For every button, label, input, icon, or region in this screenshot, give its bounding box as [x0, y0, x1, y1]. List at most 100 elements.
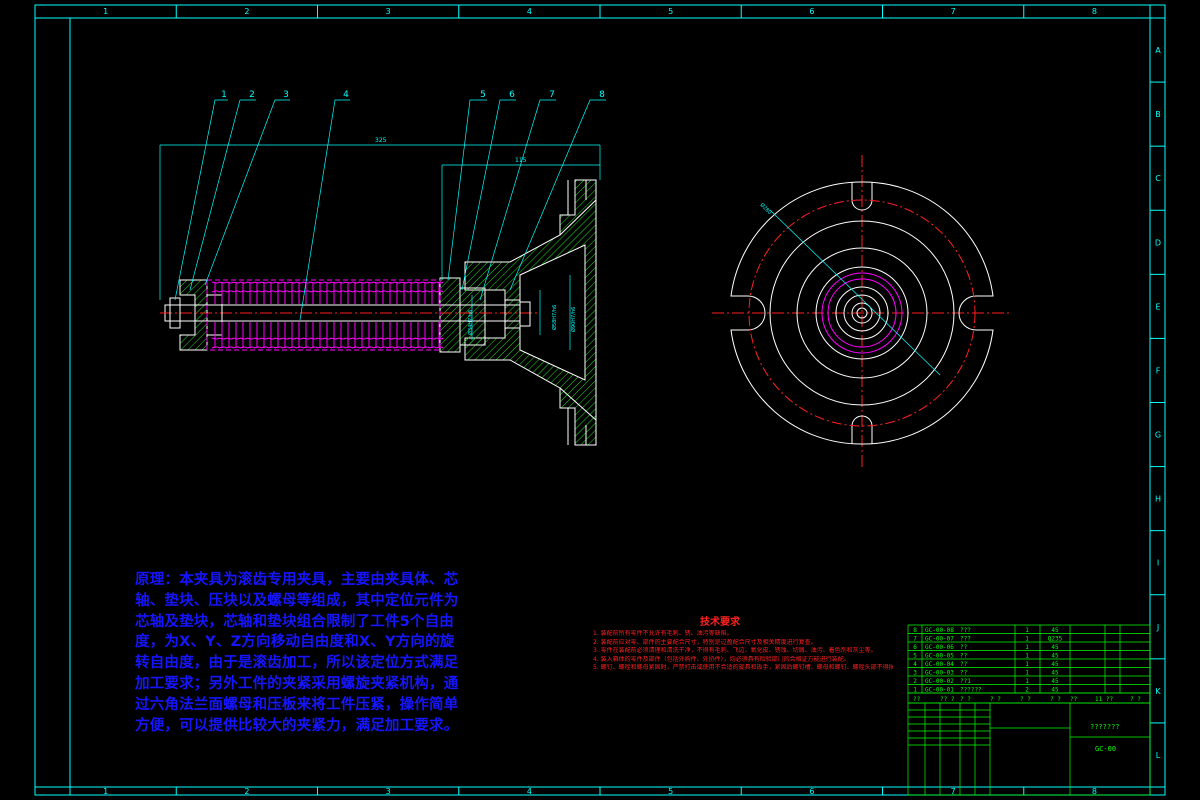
parts-cell: 7 [913, 636, 917, 643]
col-label-top: 4 [527, 7, 532, 16]
parts-header-cell: 11 ?? [1095, 696, 1113, 703]
col-label-top: 2 [244, 7, 249, 16]
parts-cell: 8 [913, 627, 917, 634]
parts-cell: 5 [913, 653, 917, 660]
row-label: A [1155, 46, 1161, 55]
col-label-top: 8 [1092, 7, 1097, 16]
col-label-bottom: 2 [244, 787, 249, 796]
col-label-top: 6 [809, 7, 814, 16]
row-label: G [1155, 431, 1161, 440]
parts-header-cell: ? ? [960, 696, 971, 703]
parts-header-cell: ? ? [990, 696, 1001, 703]
tech-req-item: 3. 零件在装配前必须清理和清洗干净，不得有毛刺、飞边、氧化皮、锈蚀、切屑、油污… [593, 647, 877, 655]
row-label: C [1155, 174, 1161, 183]
balloon-2: 2 [249, 90, 255, 100]
parts-cell: 1 [913, 687, 917, 694]
tech-req-item: 2. 装配前应对零、部件的主要配合尺寸，特别是过盈配合尺寸及相关精度进行复查。 [593, 638, 817, 646]
col-label-top: 5 [668, 7, 673, 16]
dim-overall: 325 [375, 137, 387, 144]
parts-cell: 1 [1025, 627, 1029, 634]
technical-requirements-title: 技术要求 [700, 617, 740, 628]
end-view: Ø280 [712, 155, 1010, 470]
row-label: K [1155, 687, 1161, 696]
parts-cell: 1 [1025, 670, 1029, 677]
dim-circle: Ø280 [759, 201, 773, 215]
parts-cell: 45 [1051, 678, 1059, 685]
parts-cell: 45 [1051, 627, 1059, 634]
parts-header-cell: ?? [1070, 696, 1078, 703]
parts-cell: ?? [960, 661, 968, 668]
parts-cell: 6 [913, 644, 917, 651]
parts-header-cell: ? ? [1050, 696, 1061, 703]
col-label-bottom: 5 [668, 787, 673, 796]
balloon-6: 6 [509, 90, 515, 100]
parts-cell: Q235 [1048, 636, 1063, 643]
row-label: E [1155, 302, 1160, 311]
row-label: J [1156, 623, 1159, 632]
balloon-3: 3 [283, 90, 289, 100]
row-label: D [1155, 238, 1161, 247]
row-label: H [1155, 495, 1161, 504]
parts-cell: 1 [1025, 678, 1029, 685]
parts-cell: 1 [1025, 653, 1029, 660]
parts-cell: GC-00-06 [925, 644, 954, 651]
workpiece-gear [211, 281, 444, 349]
tech-req-item: 1. 装配前所有零件不允许有毛刺、锈、油污等缺陷。 [593, 630, 733, 637]
border-row-ticks: A B C D E F G H I J K L [1150, 46, 1165, 760]
balloon-7: 7 [549, 90, 555, 100]
parts-header-cell: ? ? [1130, 696, 1141, 703]
parts-cell: 45 [1051, 687, 1059, 694]
parts-cell: 45 [1051, 653, 1059, 660]
row-label: B [1155, 110, 1161, 119]
drawing-number: GC-00 [1095, 745, 1116, 753]
col-label-top: 7 [951, 7, 956, 16]
parts-cell: ?? [960, 670, 968, 677]
parts-cell: ?? [960, 653, 968, 660]
parts-cell: 1 [1025, 644, 1029, 651]
tech-req-item: 4. 装入箱体的零件及部件（包括外购件、外协件），均必须具有检验部门的合格证方能… [593, 655, 850, 663]
parts-cell: 45 [1051, 644, 1059, 651]
col-label-top: 3 [386, 7, 391, 16]
parts-cell: ?? [960, 644, 968, 651]
balloon-1: 1 [221, 90, 227, 100]
parts-cell: GC-00-08 [925, 627, 954, 634]
pressure-block [439, 277, 461, 353]
part-balloons: 1 2 3 4 5 6 7 8 [221, 90, 605, 100]
row-label: F [1156, 366, 1161, 375]
title-name: ??????? [1090, 723, 1120, 731]
parts-cell: 1 [1025, 636, 1029, 643]
balloon-8: 8 [599, 90, 605, 100]
parts-cell: 2 [913, 678, 917, 685]
parts-cell: GC-00-05 [925, 653, 954, 660]
parts-cell: GC-00-07 [925, 636, 954, 643]
row-label: L [1156, 751, 1161, 760]
col-label-bottom: 1 [103, 787, 108, 796]
col-label-bottom: 3 [386, 787, 391, 796]
parts-cell: 1 [1025, 661, 1029, 668]
dim-dia-left: Ø34H7/h6 [467, 310, 474, 335]
parts-cell: GC-00-02 [925, 678, 954, 685]
parts-header-cell: ? ? [1020, 696, 1031, 703]
parts-cell: ?????? [960, 687, 982, 694]
parts-cell: GC-00-04 [925, 661, 954, 668]
tech-req-item: 5. 螺钉、螺栓和螺母紧固时，严禁打击或使用不合适的旋具和扳手，紧固后螺钉槽、螺… [593, 664, 893, 672]
parts-header-cell: ?? [913, 696, 921, 703]
parts-cell: 3 [913, 670, 917, 677]
parts-cell: 4 [913, 661, 917, 668]
parts-cell: GC-00-01 [925, 687, 954, 694]
row-label: I [1157, 559, 1159, 568]
col-label-bottom: 6 [809, 787, 814, 796]
balloon-5: 5 [480, 90, 486, 100]
dim-dia-mid: Ø58H7/h6 [551, 305, 558, 330]
parts-header-cell: ?? ? [940, 696, 955, 703]
section-view: 325 115 Ø34H7/h6 Ø58H7/h6 Ø90H7/h6 12345… [159, 90, 606, 446]
principle-description: 原理：本夹具为滚齿专用夹具，主要由夹具体、芯轴、垫块、压块以及螺母等组成，其中定… [135, 572, 459, 734]
parts-cell: ??1 [960, 678, 971, 685]
washer-left [179, 279, 208, 351]
parts-cell: 45 [1051, 670, 1059, 677]
balloon-4: 4 [343, 90, 349, 100]
technical-requirements-list: 1. 装配前所有零件不允许有毛刺、锈、油污等缺陷。 2. 装配前应对零、部件的主要… [593, 630, 893, 673]
parts-cell: ??? [960, 636, 971, 643]
parts-cell: GC-00-03 [925, 670, 954, 677]
parts-cell: 45 [1051, 661, 1059, 668]
